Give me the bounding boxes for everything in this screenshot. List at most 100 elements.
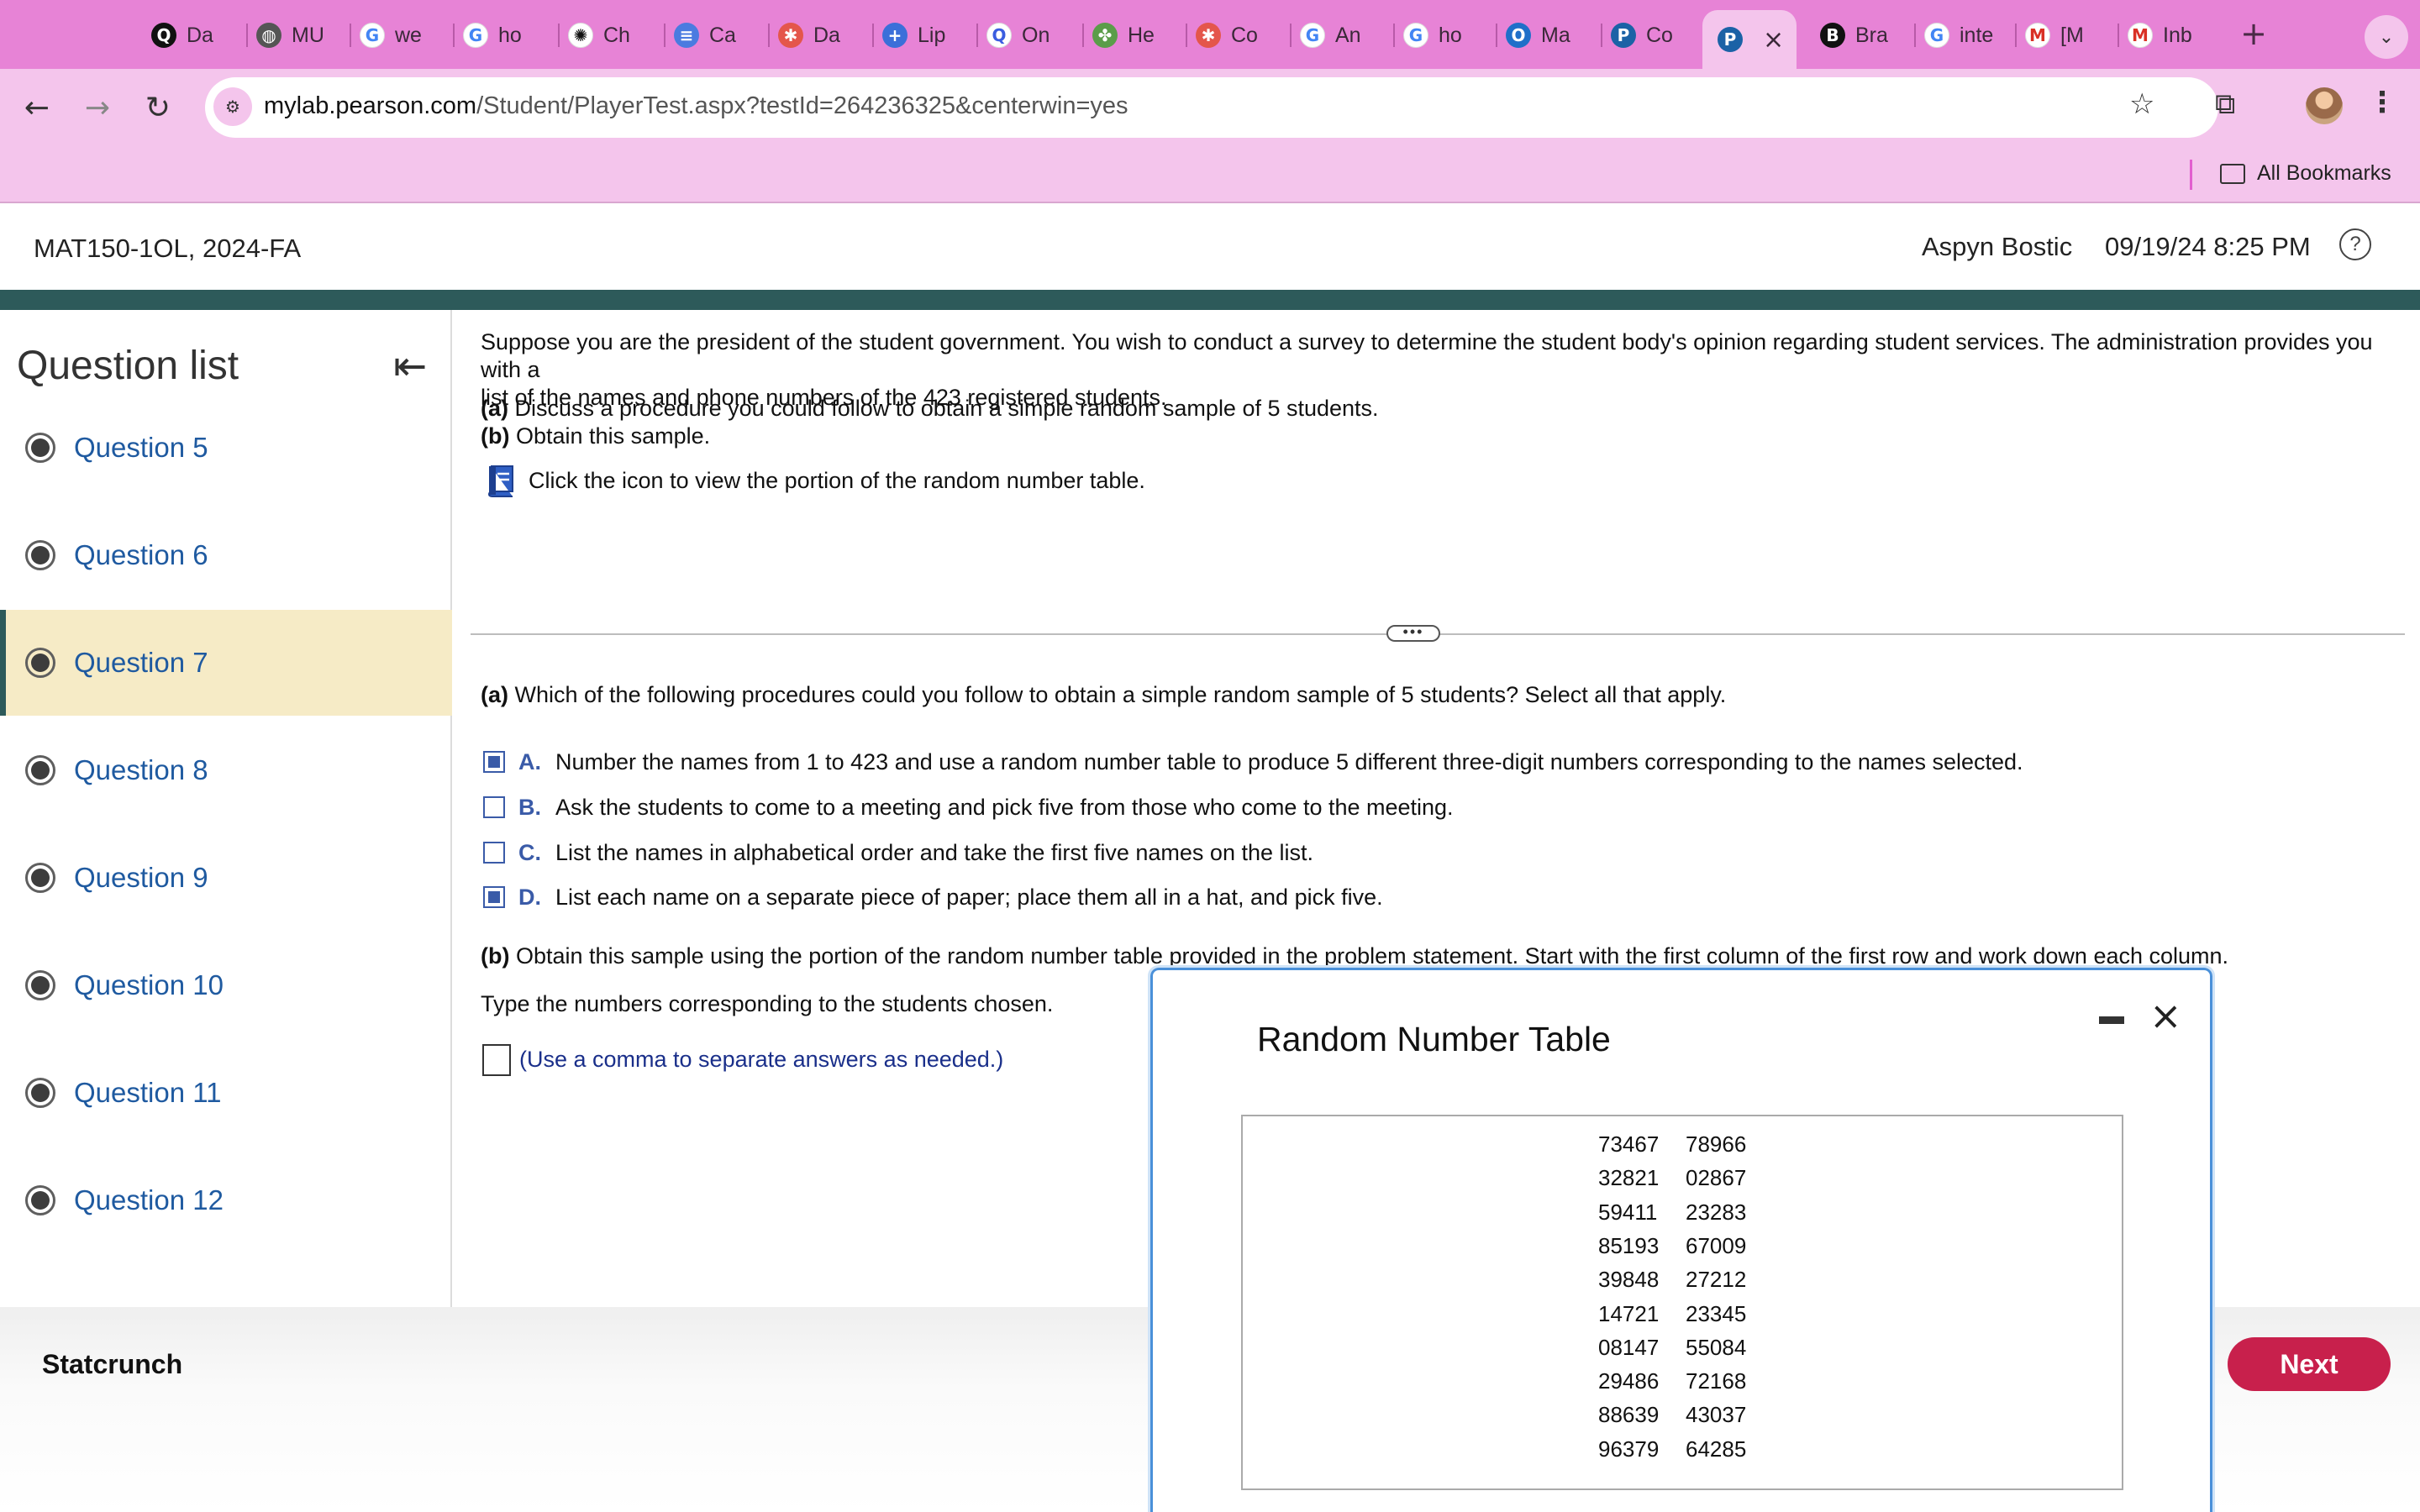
tab-label: Ca [709,23,736,47]
tab-label: Ma [1541,23,1570,47]
next-button[interactable]: Next [2228,1337,2391,1391]
tab-separator [664,24,666,47]
choice-checkbox[interactable] [483,886,505,908]
statcrunch-link[interactable]: Statcrunch [42,1349,182,1380]
dialog-close-icon[interactable]: × [2149,996,2182,1035]
tab-separator [2118,24,2119,47]
browser-tab[interactable]: Gho [463,15,550,55]
choice-text: Number the names from 1 to 423 and use a… [555,748,2023,774]
random-number-row: 32821 02867 [1598,1165,1773,1191]
part-a-tag: (a) [481,396,508,421]
tab-search-chevron-icon[interactable]: ⌄ [2365,15,2408,59]
question-item[interactable]: Question 7 [0,610,452,716]
random-number-table-book-icon[interactable] [486,465,516,498]
browser-tab[interactable]: ≡ Ca [674,15,761,55]
q-logo: Q [151,23,176,48]
question-item[interactable]: Question 9 [0,825,452,931]
answer-input[interactable] [482,1044,511,1076]
random-number-cell: 23345 [1686,1300,1747,1326]
tab-label: ho [498,23,522,47]
choice-option[interactable]: C. List the names in alphabetical order a… [483,836,1313,869]
browser-tab[interactable]: Gwe [360,15,447,55]
reload-icon[interactable]: ↻ [138,87,178,128]
choice-option[interactable]: D. List each name on a separate piece of … [483,880,1383,914]
url-text[interactable]: mylab.pearson.com/Student/PlayerTest.asp… [264,92,1128,120]
random-number-row: 59411 23283 [1598,1200,1773,1226]
browser-tab[interactable]: Ginte [1924,15,2012,55]
choice-checkbox[interactable] [483,796,505,818]
bookmark-star-icon[interactable]: ☆ [2129,87,2154,121]
question-item[interactable]: Question 5 [0,395,452,501]
browser-tab[interactable]: P × [1702,10,1797,69]
browser-tab[interactable]: ✱ Co [1196,15,1283,55]
google-icon: G [463,23,488,48]
back-arrow-icon[interactable]: ← [17,87,57,128]
browser-tab[interactable]: O Ma [1506,15,1593,55]
choice-option[interactable]: A. Number the names from 1 to 423 and use… [483,745,2023,779]
browser-tab[interactable]: ✺ Ch [568,15,655,55]
question-item-label: Question 9 [74,862,208,893]
question-item[interactable]: Question 11 [0,1040,452,1146]
random-number-cell: 85193 [1598,1232,1660,1258]
question-item[interactable]: Question 12 [0,1147,452,1253]
tab-label: ho [1439,23,1462,47]
random-number-cell: 29486 [1598,1368,1660,1394]
question-item[interactable]: Question 8 [0,717,452,823]
google-icon: G [1403,23,1428,48]
tab-label: Da [187,23,213,47]
choice-option[interactable]: B. Ask the students to come to a meeting … [483,790,1454,824]
choice-checkbox[interactable] [483,751,505,773]
choice-text: Ask the students to come to a meeting an… [555,794,1454,820]
browser-tab[interactable]: P Co [1611,15,1698,55]
browser-tab[interactable]: ✤ He [1092,15,1180,55]
forward-arrow-icon[interactable]: → [77,87,118,128]
collapse-panel-icon[interactable]: ⇤ [393,343,427,390]
choice-checkbox[interactable] [483,842,505,864]
tab-separator [872,24,874,47]
browser-tab[interactable]: Q On [986,15,1074,55]
minimize-icon[interactable] [2099,1016,2124,1024]
browser-tab[interactable]: ◍ MU [256,15,344,55]
tab-label: MU [292,23,324,47]
tab-separator [2015,24,2017,47]
browser-tab[interactable]: + Lip [882,15,970,55]
answer-hint: (Use a comma to separate answers as need… [519,1047,1004,1072]
question-status-icon [25,540,55,570]
new-tab-button[interactable]: + [2235,15,2272,52]
question-item[interactable]: Question 10 [0,932,452,1038]
browser-tab[interactable]: M [M [2025,15,2112,55]
pearson-icon: P [1611,23,1636,48]
bookmarks-separator [2190,160,2192,190]
browser-tab[interactable]: ✱ Da [778,15,865,55]
question-item-label: Question 12 [74,1184,224,1215]
tab-label: On [1022,23,1050,47]
question-item[interactable]: Question 6 [0,502,452,608]
help-icon[interactable]: ? [2339,228,2371,260]
tab-label: [M [2060,23,2084,47]
question-status-icon [25,970,55,1000]
part-b-prompt: (b) Obtain this sample. [481,423,710,450]
random-number-row: 96379 64285 [1598,1436,1773,1462]
random-number-row: 08147 55084 [1598,1335,1773,1361]
browser-menu-icon[interactable]: ⋮ [2368,86,2396,119]
extensions-icon[interactable]: ⧉ [2215,87,2235,121]
browser-tab[interactable]: B Bra [1820,15,1907,55]
site-info-icon[interactable]: ⚙ [213,87,252,126]
resize-grip[interactable]: ••• [1386,624,1440,642]
question-item-label: Question 8 [74,754,208,785]
random-number-cell: 32821 [1598,1165,1660,1191]
part-b-question: (b) Obtain this sample using the portion… [481,942,2228,970]
browser-tab[interactable]: G An [1300,15,1387,55]
browser-tab[interactable]: Gho [1403,15,1491,55]
tab-separator [1186,24,1187,47]
browser-tab[interactable]: M Inb [2128,15,2215,55]
google-icon: G [1924,23,1949,48]
all-bookmarks-button[interactable]: All Bookmarks [2220,161,2391,186]
random-number-cell: 78966 [1686,1131,1747,1157]
tab-separator [1601,24,1602,47]
profile-avatar[interactable] [2306,87,2343,124]
browser-tab[interactable]: Q Da [151,15,239,55]
part-b-question-tag: (b) [481,943,510,969]
tab-label: inte [1960,23,1994,47]
close-tab-icon[interactable]: × [1763,25,1784,55]
